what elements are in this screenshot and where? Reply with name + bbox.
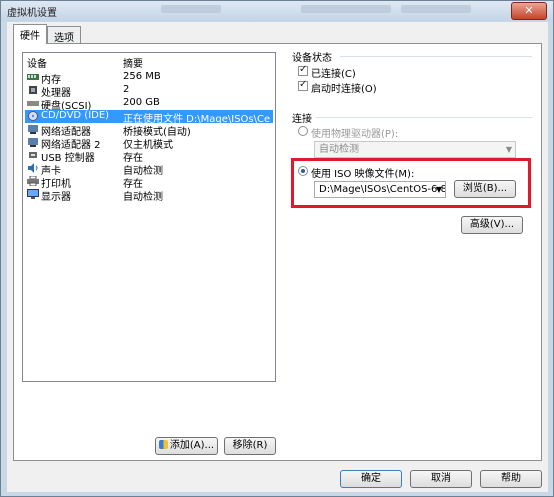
dialog-client: 硬件 选项 设备 摘要 内存 256 MB 处理器 2 硬盘(SCSI) 200… [7,22,548,492]
device-summary: 自动检测 [123,192,163,203]
device-summary: 256 MB [123,71,161,82]
device-row-processor[interactable]: 处理器 2 [25,84,273,99]
printer-icon [27,176,39,186]
sound-card-icon [28,163,38,173]
device-status-heading: 设备状态 [292,53,332,64]
title-bar-blur [161,5,221,13]
device-row-sound-card[interactable]: 声卡 自动检测 [25,162,273,177]
remove-device-label: 移除(R) [232,440,268,451]
device-name: CD/DVD (IDE) [41,110,110,121]
add-device-label: 添加(A)... [169,440,215,451]
device-row-memory[interactable]: 内存 256 MB [25,71,273,86]
device-summary: 200 GB [123,97,160,108]
connection-heading: 连接 [292,114,312,125]
title-bar-blur [301,5,391,13]
device-name: 显示器 [41,192,71,203]
connected-checkbox[interactable] [298,64,308,76]
advanced-button[interactable]: 高级(V)... [461,216,523,234]
device-row-network-adapter[interactable]: 网络适配器 桥接模式(自动) [25,123,273,138]
ok-button-label: 确定 [361,473,381,484]
usb-controller-icon [29,152,37,158]
add-device-button[interactable]: 添加(A)... [155,437,218,455]
advanced-button-label: 高级(V)... [469,219,515,230]
display-icon [27,189,39,199]
remove-device-button[interactable]: 移除(R) [224,437,276,455]
column-header-summary: 摘要 [123,59,143,70]
vm-settings-window: 虚拟机设置 ✕ 硬件 选项 设备 摘要 内存 256 MB 处理器 2 硬盘(S… [0,0,554,497]
physical-drive-label: 使用物理驱动器(P): [311,129,399,140]
device-list[interactable]: 设备 摘要 内存 256 MB 处理器 2 硬盘(SCSI) 200 GB CD… [22,52,276,382]
physical-drive-radio[interactable] [298,126,308,136]
network-adapter-icon [28,138,38,147]
physical-drive-value: 自动检测 [319,144,359,155]
device-row-display[interactable]: 显示器 自动检测 [25,188,273,203]
device-row-printer[interactable]: 打印机 存在 [25,175,273,190]
network-adapter-icon [28,125,38,134]
tab-hardware[interactable]: 硬件 [13,24,47,44]
processor-icon [29,86,37,94]
close-icon: ✕ [524,4,534,17]
connect-at-power-on-checkbox[interactable] [298,79,308,91]
device-row-hard-disk[interactable]: 硬盘(SCSI) 200 GB [25,97,273,112]
annotation-highlight-box [291,158,531,208]
cancel-button-label: 取消 [431,473,451,484]
window-title: 虚拟机设置 [7,8,57,19]
help-button[interactable]: 帮助 [480,470,542,488]
tab-hardware-label: 硬件 [20,31,40,42]
connect-at-power-on-label: 启动时连接(O) [311,84,377,95]
chevron-down-icon: ▼ [505,145,512,154]
close-button[interactable]: ✕ [511,2,547,20]
title-bar[interactable]: 虚拟机设置 ✕ [1,1,553,21]
hardware-panel: 设备 摘要 内存 256 MB 处理器 2 硬盘(SCSI) 200 GB CD… [13,43,542,461]
device-row-usb-controller[interactable]: USB 控制器 存在 [25,149,273,164]
group-divider [340,56,532,57]
memory-icon [27,74,39,80]
ok-button[interactable]: 确定 [340,470,402,488]
column-header-device: 设备 [27,59,47,70]
group-divider [316,117,532,118]
connected-label: 已连接(C) [311,69,356,80]
device-row-network-adapter-2[interactable]: 网络适配器 2 仅主机模式 [25,136,273,151]
title-bar-blur [401,5,471,13]
cancel-button[interactable]: 取消 [410,470,472,488]
cd-dvd-icon [28,111,38,121]
shield-icon [158,440,168,449]
tab-options[interactable]: 选项 [47,26,81,44]
device-row-cd-dvd[interactable]: CD/DVD (IDE) 正在使用文件 D:\Mage\ISOs\CentO..… [25,110,273,125]
hard-disk-icon [27,101,39,106]
help-button-label: 帮助 [501,473,521,484]
device-summary: 2 [123,84,130,95]
physical-drive-select[interactable]: 自动检测 ▼ [314,141,516,158]
